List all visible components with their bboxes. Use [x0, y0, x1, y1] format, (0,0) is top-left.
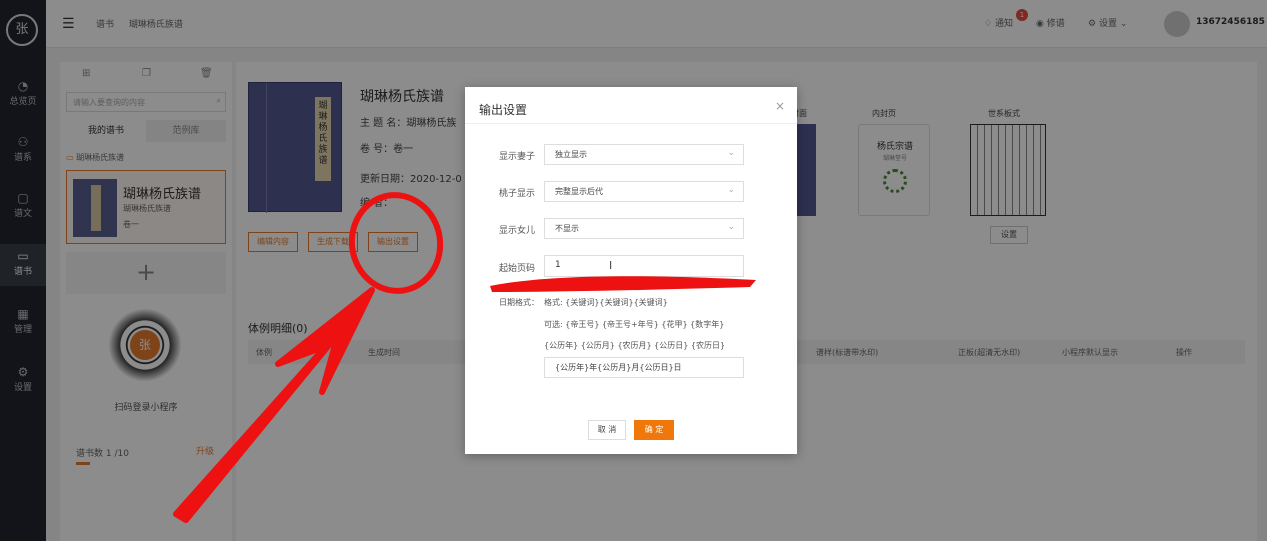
- wife-display-label: 显示妻子: [499, 152, 536, 162]
- chevron-down-icon: ⌄: [727, 148, 735, 158]
- descendant-display-select[interactable]: 完整显示后代 ⌄: [544, 181, 744, 202]
- ok-button[interactable]: 确 定: [634, 420, 674, 440]
- date-format-options: 可选: {帝王号} {帝王号+年号} {花甲} {数字年}: [544, 320, 725, 329]
- date-format-options-2: {公历年} {公历月} {农历月} {公历日} {农历日}: [544, 341, 726, 350]
- output-settings-dialog: 输出设置 × 显示妻子 独立显示 ⌄ 桃子显示 完整显示后代 ⌄ 显示女儿 不显示 ⌄…: [465, 87, 797, 454]
- date-format-label: 日期格式：: [499, 298, 539, 307]
- date-format-hint: 格式: {关键词}{关键词}{关键词}: [544, 298, 668, 307]
- wife-display-select[interactable]: 独立显示 ⌄: [544, 144, 744, 165]
- cancel-button[interactable]: 取 消: [588, 420, 626, 440]
- close-icon[interactable]: ×: [775, 99, 785, 113]
- start-page-input[interactable]: 1: [544, 255, 744, 277]
- descendant-display-label: 桃子显示: [499, 189, 536, 199]
- start-page-label: 起始页码: [499, 264, 536, 274]
- daughter-display-label: 显示女儿: [499, 226, 536, 236]
- chevron-down-icon: ⌄: [727, 222, 735, 232]
- chevron-down-icon: ⌄: [727, 185, 735, 195]
- dialog-title: 输出设置: [479, 103, 528, 117]
- daughter-display-select[interactable]: 不显示 ⌄: [544, 218, 744, 239]
- date-format-input[interactable]: {公历年}年{公历月}月{公历日}日: [544, 357, 744, 378]
- text-cursor-icon: I: [609, 259, 613, 272]
